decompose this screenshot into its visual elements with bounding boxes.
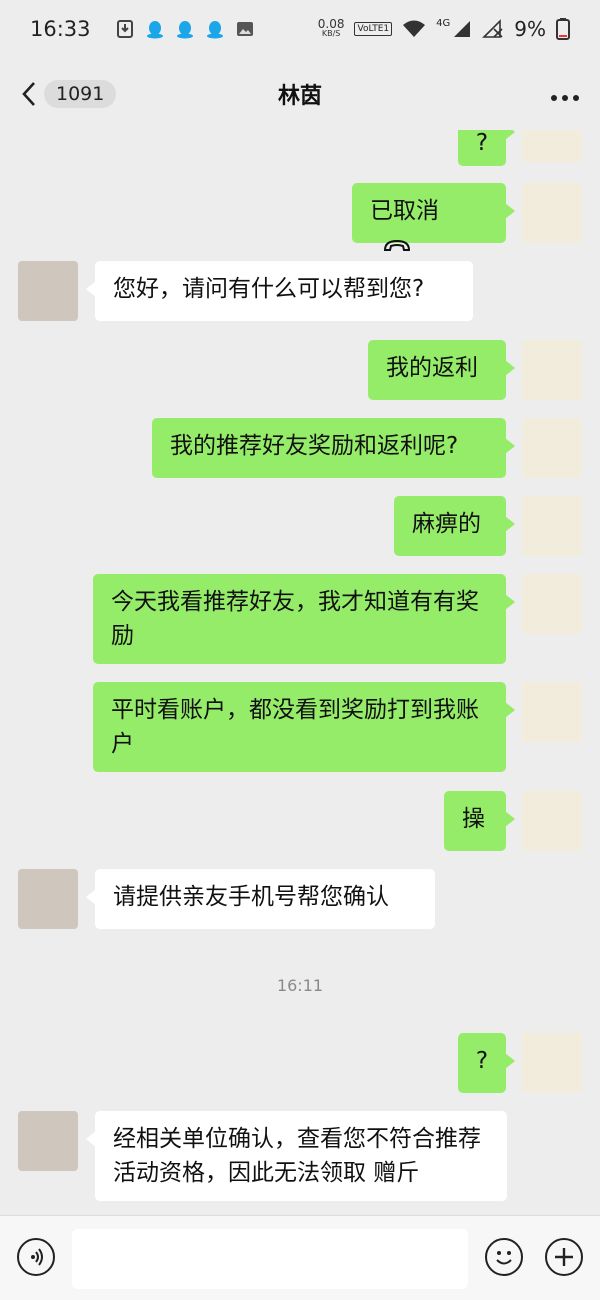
nav-bar: 1091 林茵 (0, 58, 600, 130)
battery-icon (556, 18, 570, 40)
message-bubble-incoming[interactable]: 经相关单位确认，查看您不符合推荐活动资格，因此无法领取 赠斤 (86, 1111, 507, 1201)
message-text: ? (475, 1048, 489, 1074)
network-type: 4G (436, 17, 451, 29)
net-speed-value: 0.08 (317, 17, 345, 31)
chevron-left-icon (22, 82, 35, 106)
status-time: 16:33 (30, 17, 91, 41)
battery-percent: 9% (514, 17, 546, 41)
more-button[interactable] (550, 81, 580, 107)
emoji-icon (496, 1251, 512, 1265)
message-text: 我的推荐好友奖励和返利呢? (170, 433, 459, 459)
message-bubble-incoming[interactable]: 您好，请问有什么可以帮到您? (86, 261, 473, 321)
volte-badge: VoLTE1 (354, 22, 393, 36)
signal-icon (454, 21, 471, 37)
my-avatar[interactable] (522, 791, 582, 851)
no-signal-icon (482, 19, 503, 38)
plus-icon (555, 1248, 573, 1266)
message-bubble-incoming[interactable]: 请提供亲友手机号帮您确认 (86, 869, 435, 929)
timestamp-separator: 16:11 (276, 976, 324, 995)
qq-icon (176, 21, 193, 39)
message-bubble-outgoing[interactable]: 麻痹的 (394, 496, 515, 556)
message-bubble-outgoing[interactable]: 我的返利 (368, 340, 515, 400)
more-dots-icon (551, 95, 579, 101)
voice-icon (31, 1248, 43, 1266)
message-text: 请提供亲友手机号帮您确认 (113, 884, 389, 910)
my-avatar[interactable] (522, 340, 582, 400)
net-speed: 0.08 KB/S (317, 17, 345, 39)
contact-avatar[interactable] (18, 869, 78, 929)
hangup-icon (383, 239, 411, 251)
my-avatar[interactable] (522, 1033, 582, 1093)
message-text: 经相关单位确认，查看您不符合推荐活动资格，因此无法领取 赠斤 (113, 1126, 481, 1186)
contact-avatar[interactable] (18, 1111, 78, 1171)
message-bubble-outgoing[interactable]: 操 (444, 791, 515, 851)
my-avatar[interactable] (522, 682, 582, 742)
status-left: 16:33 (30, 17, 255, 41)
wifi-icon (403, 20, 426, 37)
message-bubble-outgoing[interactable]: 平时看账户，都没看到奖励打到我账户 (93, 682, 515, 772)
status-right: 0.08 KB/S VoLTE1 4G 9% (318, 17, 570, 41)
message-text: 您好，请问有什么可以帮到您? (113, 276, 425, 302)
status-bar: 16:33 0.08 KB/S VoLTE1 4G 9% (0, 0, 600, 58)
my-avatar[interactable] (522, 496, 582, 556)
message-text: 平时看账户，都没看到奖励打到我账户 (111, 697, 479, 757)
image-icon (236, 22, 253, 36)
message-input[interactable] (72, 1229, 468, 1289)
qq-icon (206, 21, 223, 39)
voice-toggle-button[interactable] (17, 1238, 55, 1276)
emoji-button[interactable] (485, 1238, 523, 1276)
message-bubble-outgoing[interactable]: ? (458, 1033, 515, 1093)
message-text: 今天我看推荐好友，我才知道有有奖励 (111, 589, 479, 649)
more-actions-button[interactable] (545, 1238, 583, 1276)
message-bubble-outgoing[interactable]: 我的推荐好友奖励和返利呢? (152, 418, 515, 478)
input-bar (0, 1215, 600, 1300)
message-bubble-outgoing[interactable]: 今天我看推荐好友，我才知道有有奖励 (93, 574, 515, 664)
qq-icon (146, 21, 163, 39)
download-icon (116, 20, 133, 38)
my-avatar[interactable] (522, 574, 582, 634)
message-text: 我的返利 (386, 355, 478, 381)
unread-count-badge: 1091 (44, 80, 117, 108)
message-text: 操 (462, 806, 485, 832)
my-avatar[interactable] (522, 130, 582, 162)
my-avatar[interactable] (522, 183, 582, 243)
chat-history[interactable]: ? 已取消 您好，请问有什么可以帮到您? 我的返利 我的推荐好友奖励和返利呢? … (0, 130, 600, 1215)
message-text: ? (475, 130, 489, 156)
message-bubble-outgoing[interactable]: 已取消 (352, 183, 515, 251)
contact-avatar[interactable] (18, 261, 78, 321)
message-text: 已取消 (370, 198, 439, 224)
back-button[interactable]: 1091 (20, 80, 117, 108)
my-avatar[interactable] (522, 418, 582, 478)
message-bubble-outgoing[interactable]: ? (458, 130, 515, 166)
message-text: 麻痹的 (412, 511, 481, 537)
